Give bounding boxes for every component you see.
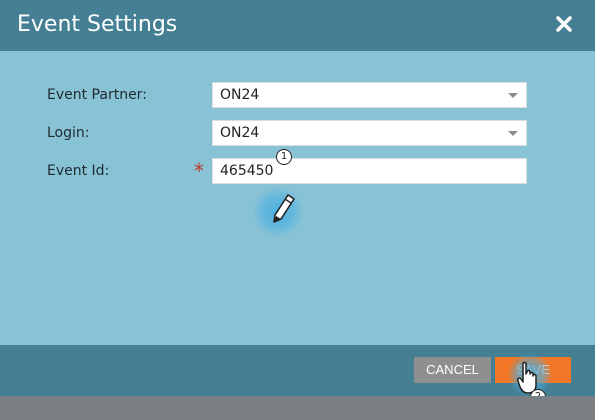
event-id-value: 465450 [220, 163, 274, 179]
login-value: ON24 [220, 125, 260, 141]
cancel-button[interactable]: CANCEL [414, 357, 491, 383]
event-id-label: Event Id: [47, 163, 110, 179]
pencil-cursor-icon [266, 191, 296, 231]
login-row: Login: ON24 [0, 120, 595, 146]
page-backdrop [0, 396, 595, 420]
event-partner-value: ON24 [220, 87, 260, 103]
close-icon[interactable] [553, 13, 575, 35]
login-select[interactable]: ON24 [212, 120, 527, 146]
event-partner-row: Event Partner: ON24 [0, 82, 595, 108]
login-label: Login: [47, 125, 90, 141]
dialog-header: Event Settings [0, 0, 595, 51]
dialog-body: Event Partner: ON24 Login: ON24 Event Id… [0, 51, 595, 345]
event-id-input[interactable]: 465450 [212, 158, 527, 184]
step-badge-1: 1 [276, 149, 292, 165]
event-settings-dialog: Event Settings Event Partner: ON24 Login… [0, 0, 595, 405]
event-partner-label: Event Partner: [47, 87, 147, 103]
event-partner-select[interactable]: ON24 [212, 82, 527, 108]
dialog-title: Event Settings [17, 12, 178, 37]
required-asterisk: * [194, 159, 204, 183]
chevron-down-icon [508, 93, 518, 98]
dialog-footer: CANCEL SAVE [0, 345, 595, 397]
event-id-row: Event Id: * 465450 [0, 158, 595, 184]
chevron-down-icon [508, 131, 518, 136]
